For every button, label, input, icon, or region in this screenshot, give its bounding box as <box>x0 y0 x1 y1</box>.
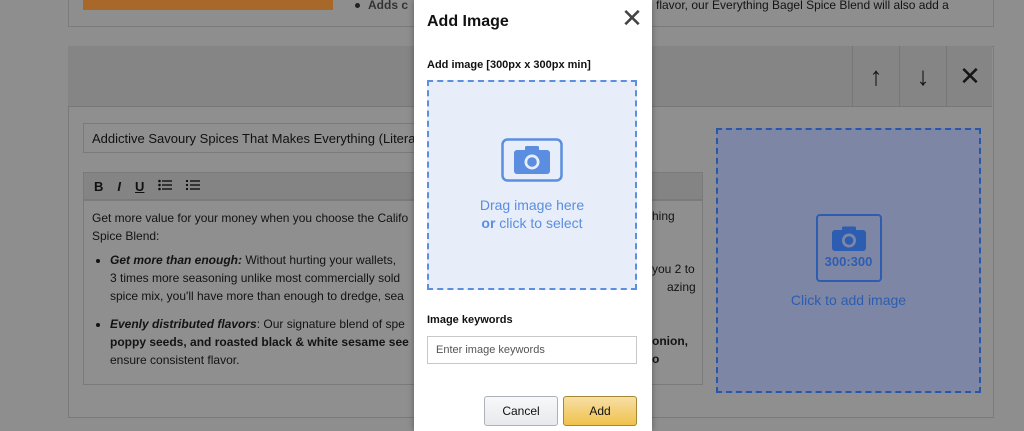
orange-banner <box>83 0 333 10</box>
close-icon: ✕ <box>959 60 981 91</box>
bullet1-right-fragment: you 2 to <box>652 262 695 276</box>
close-icon: ✕ <box>621 3 643 33</box>
drop-instructions: Drag image here or click to select <box>479 197 585 231</box>
camera-icon <box>501 138 563 182</box>
add-image-dialog: Add Image ✕ Add image [300px x 300px min… <box>414 0 652 431</box>
add-image-label: Click to add image <box>790 291 907 308</box>
bullet1-line2-right-fragment: azing <box>667 280 696 294</box>
intro-line2: Spice Blend: <box>92 229 160 243</box>
add-button[interactable]: Add <box>563 396 637 426</box>
top-bullet-right: flavor, our Everything Bagel Spice Blend… <box>656 0 949 12</box>
placeholder-frame: 300:300 <box>815 213 882 282</box>
bullet2-line2-right-fragment: o <box>652 352 660 366</box>
camera-icon <box>831 226 866 251</box>
keywords-label: Image keywords <box>427 314 513 326</box>
intro-text: Get more value for your money when you c… <box>92 211 409 225</box>
aspect-ratio-label: 300:300 <box>824 254 873 269</box>
intro-right-fragment: hing <box>652 209 675 223</box>
italic-button[interactable]: I <box>117 179 121 194</box>
move-up-button[interactable]: ↑ <box>852 46 899 106</box>
cancel-button[interactable]: Cancel <box>484 396 558 426</box>
numbered-list-icon[interactable] <box>186 179 201 194</box>
close-button[interactable]: ✕ <box>618 5 646 33</box>
image-placeholder[interactable]: 300:300 Click to add image <box>716 128 981 393</box>
bullet2-right-fragment: onion, <box>652 334 688 348</box>
image-drop-zone[interactable]: Drag image here or click to select <box>427 80 637 290</box>
keywords-input[interactable] <box>427 336 637 364</box>
bullet-dot <box>355 3 360 9</box>
bold-button[interactable]: B <box>94 179 103 194</box>
image-field-label: Add image [300px x 300px min] <box>427 59 591 71</box>
move-down-button[interactable]: ↓ <box>899 46 946 106</box>
dialog-title: Add Image <box>427 13 509 30</box>
headline-input[interactable]: Addictive Savoury Spices That Makes Ever… <box>83 123 423 153</box>
arrow-down-icon: ↓ <box>916 60 930 91</box>
underline-button[interactable]: U <box>135 179 144 194</box>
bullet-list-icon[interactable] <box>158 179 173 194</box>
remove-module-button[interactable]: ✕ <box>946 46 993 106</box>
arrow-up-icon: ↑ <box>869 60 883 91</box>
